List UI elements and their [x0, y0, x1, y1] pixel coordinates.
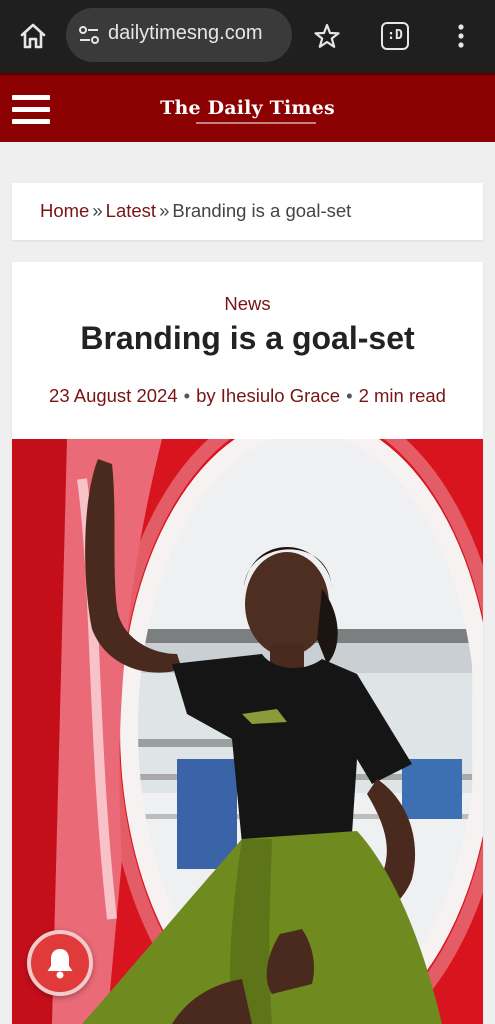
- notification-bell-button[interactable]: [27, 930, 93, 996]
- article-read-time: 2 min read: [358, 385, 446, 406]
- site-logo[interactable]: The Daily Times: [0, 97, 495, 119]
- bookmark-star-icon[interactable]: [313, 22, 341, 50]
- url-text[interactable]: dailytimesng.com: [108, 22, 284, 45]
- browser-toolbar: dailytimesng.com :D: [0, 0, 495, 73]
- article-category[interactable]: News: [12, 293, 483, 315]
- extension-icon[interactable]: :D: [381, 22, 409, 50]
- featured-image: [12, 439, 483, 1024]
- breadcrumb-home-link[interactable]: Home: [40, 200, 89, 221]
- article-title: Branding is a goal-set: [80, 320, 415, 356]
- meta-separator: •: [183, 385, 191, 406]
- bell-icon: [47, 949, 73, 979]
- breadcrumb-separator: »: [159, 200, 170, 221]
- more-menu-icon[interactable]: [454, 22, 468, 50]
- article-meta: 23 August 2024 • by Ihesiulo Grace • 2 min r…: [12, 385, 483, 407]
- article-date: 23 August 2024: [49, 385, 178, 406]
- article-card: News Branding is a goal-set 23 August 20…: [12, 262, 483, 1024]
- meta-separator: •: [346, 385, 353, 406]
- breadcrumb: Home» Latest» Branding is a goal-set: [12, 183, 483, 240]
- site-settings-icon[interactable]: [78, 24, 100, 46]
- article-author[interactable]: by Ihesiulo Grace: [196, 385, 340, 406]
- breadcrumb-current: Branding is a goal-set: [172, 200, 352, 221]
- logo-tagline-rule: [196, 122, 316, 124]
- breadcrumb-separator: »: [92, 200, 103, 221]
- home-icon[interactable]: [18, 21, 48, 51]
- breadcrumb-latest-link[interactable]: Latest: [106, 200, 156, 221]
- site-header: The Daily Times: [0, 73, 495, 142]
